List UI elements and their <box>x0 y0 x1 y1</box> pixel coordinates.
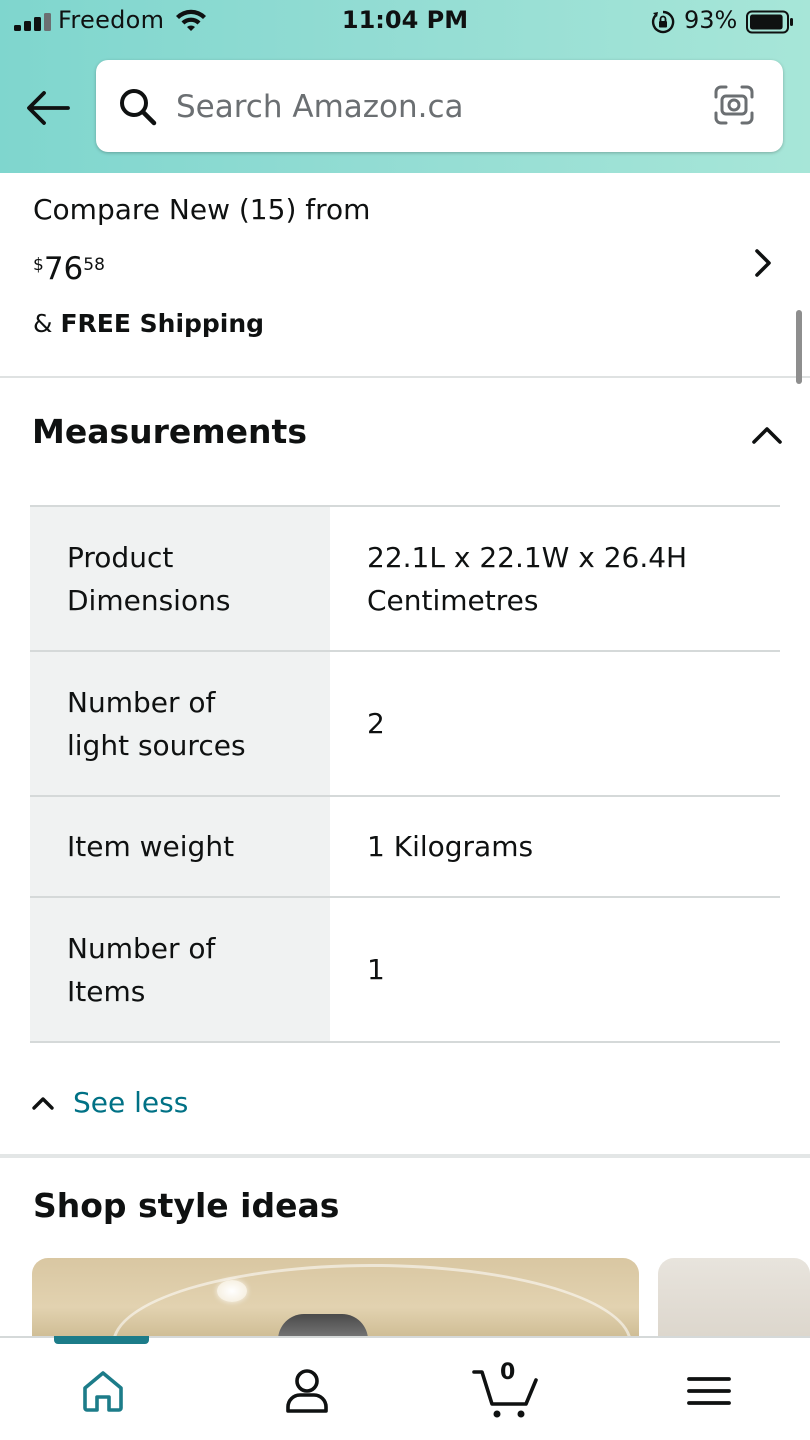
chevron-up-icon <box>32 1096 54 1110</box>
spec-label-line: Number of <box>67 931 216 965</box>
search-bar[interactable] <box>96 60 783 152</box>
measurements-table: Product Dimensions 22.1L x 22.1W x 26.4H C… <box>30 505 780 1043</box>
table-row: Number of Items 1 <box>30 898 780 1043</box>
search-input[interactable] <box>176 84 696 130</box>
spec-label: Item weight <box>30 797 330 896</box>
compare-offers-row[interactable]: Compare New (15) from $7658 & FREE Shipp… <box>0 173 810 378</box>
scrollbar[interactable] <box>796 310 802 384</box>
battery-percent: 93% <box>684 6 738 34</box>
table-row: Item weight 1 Kilograms <box>30 797 780 898</box>
price-fraction: 58 <box>83 255 105 275</box>
user-icon[interactable] <box>282 1366 332 1416</box>
free-shipping-label: FREE Shipping <box>60 309 265 338</box>
see-less-label: See less <box>73 1086 189 1119</box>
spec-value-line: 1 <box>367 953 385 986</box>
spec-label: Number of Items <box>30 898 330 1041</box>
cart-button[interactable]: 0 <box>470 1360 542 1420</box>
rotation-lock-icon <box>651 10 675 34</box>
table-row: Number of light sources 2 <box>30 652 780 797</box>
top-header: Freedom 11:04 PM 93% <box>0 0 810 173</box>
spec-value-line: 1 Kilograms <box>367 830 534 863</box>
spec-value: 2 <box>330 652 780 795</box>
spec-label-line: Item weight <box>67 830 235 863</box>
home-icon[interactable] <box>78 1366 128 1416</box>
see-less-link[interactable]: See less <box>30 1086 188 1119</box>
section-divider <box>0 1154 810 1158</box>
chevron-right-icon[interactable] <box>748 245 778 281</box>
spec-label-line: Product <box>67 540 174 574</box>
measurements-header[interactable]: Measurements <box>0 380 810 490</box>
spec-label: Product Dimensions <box>30 507 330 650</box>
spec-label-line: Items <box>67 974 146 1008</box>
spec-value-line: 22.1L x 22.1W x 26.4H <box>367 540 688 574</box>
spec-value: 1 Kilograms <box>330 797 780 896</box>
hamburger-menu-icon[interactable] <box>684 1366 734 1416</box>
ceiling-molding-image-detail <box>112 1264 632 1340</box>
shipping-prefix: & <box>33 309 61 338</box>
spec-value-line: 2 <box>367 707 385 740</box>
active-tab-indicator <box>54 1336 149 1344</box>
battery-icon <box>746 10 793 34</box>
table-row: Product Dimensions 22.1L x 22.1W x 26.4H C… <box>30 507 780 652</box>
section-title-style-ideas: Shop style ideas <box>33 1186 340 1225</box>
camera-scan-icon[interactable] <box>713 84 755 126</box>
spec-label-line: Number of <box>67 685 216 719</box>
spec-label: Number of light sources <box>30 652 330 795</box>
style-idea-card[interactable] <box>32 1258 639 1340</box>
status-bar: Freedom 11:04 PM 93% <box>0 0 810 46</box>
price-symbol: $ <box>33 255 44 275</box>
compare-offers-label: Compare New (15) from <box>33 193 371 226</box>
spec-value-line: Centimetres <box>367 583 539 617</box>
style-idea-card[interactable] <box>658 1258 810 1340</box>
spec-label-line: Dimensions <box>67 583 231 617</box>
spec-label-line: light sources <box>67 728 246 762</box>
spec-value: 22.1L x 22.1W x 26.4H Centimetres <box>330 507 780 650</box>
shipping-info: & FREE Shipping <box>33 309 264 338</box>
section-title-measurements: Measurements <box>32 412 307 451</box>
bottom-navigation: 0 <box>0 1336 810 1440</box>
search-icon <box>120 89 157 126</box>
price-whole: 76 <box>43 251 84 287</box>
ceiling-light-image-detail <box>217 1280 247 1302</box>
cart-count-badge: 0 <box>500 1360 516 1385</box>
chevron-up-icon[interactable] <box>750 420 784 448</box>
offer-price: $7658 <box>33 251 105 287</box>
back-arrow-icon[interactable] <box>24 88 72 128</box>
spec-value: 1 <box>330 898 780 1041</box>
